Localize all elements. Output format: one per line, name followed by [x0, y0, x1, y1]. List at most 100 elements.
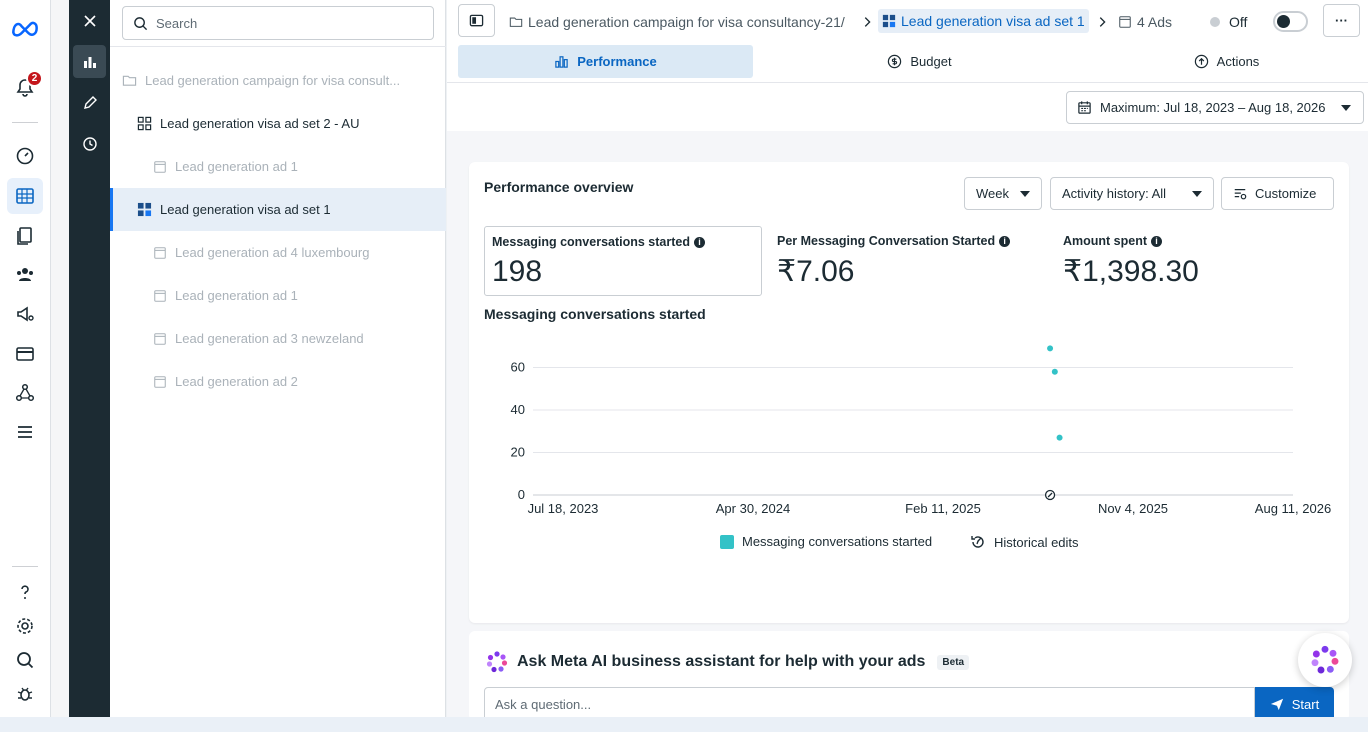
- ai-start-button[interactable]: Start: [1255, 687, 1334, 721]
- tab-actions[interactable]: Actions: [1079, 45, 1368, 78]
- tree-item-ad[interactable]: Lead generation ad 3 newzeland: [110, 317, 446, 360]
- status-dot-icon: [1210, 16, 1220, 27]
- breadcrumb-ads[interactable]: 4 Ads: [1118, 0, 1172, 43]
- activity-label: Activity history: All: [1062, 186, 1167, 201]
- main-panel: Lead generation campaign for visa consul…: [447, 0, 1368, 721]
- x-tick-label: Apr 30, 2024: [716, 501, 790, 516]
- audiences-people-icon[interactable]: [13, 262, 37, 286]
- tab-performance[interactable]: Performance: [458, 45, 753, 78]
- legend-swatch: [720, 534, 734, 549]
- ai-placeholder: Ask a question...: [495, 696, 592, 712]
- toggle-panel-button[interactable]: [458, 4, 495, 37]
- card-title: Performance overview: [484, 179, 634, 195]
- search-placeholder: Search: [156, 15, 198, 31]
- adset-grid-icon: [137, 202, 152, 217]
- date-range-label: Maximum: Jul 18, 2023 – Aug 18, 2026: [1100, 100, 1326, 115]
- tree-item-label: Lead generation visa ad set 1: [160, 202, 331, 217]
- tab-budget[interactable]: Budget: [772, 45, 1067, 78]
- pages-documents-icon[interactable]: [13, 224, 37, 248]
- week-dropdown[interactable]: Week: [964, 177, 1042, 210]
- metric-cost-per-conversation[interactable]: Per Messaging Conversation Started i ₹7.0…: [770, 226, 1050, 296]
- tree-item-ad[interactable]: Lead generation ad 1: [110, 145, 446, 188]
- tree-item-label: Lead generation ad 2: [175, 374, 298, 389]
- tree-item-label: Lead generation visa ad set 2 - AU: [160, 116, 360, 131]
- data-point: [1056, 434, 1063, 441]
- meta-ai-floating-button[interactable]: [1298, 633, 1352, 687]
- breadcrumb-adset-label: Lead generation visa ad set 1: [901, 13, 1085, 29]
- tree-item-label: Lead generation ad 1: [175, 288, 298, 303]
- performance-chart-icon[interactable]: [73, 45, 106, 78]
- x-tick-label: Jul 18, 2023: [528, 501, 599, 516]
- help-question-icon[interactable]: [13, 580, 37, 604]
- arrow-up-circle-icon: [1194, 54, 1208, 69]
- settings-gear-icon[interactable]: [13, 614, 37, 638]
- panel-split-icon: [469, 14, 484, 27]
- x-tick-label: Aug 11, 2026: [1255, 501, 1331, 516]
- adset-grid-icon: [137, 116, 152, 131]
- folder-icon: [122, 73, 137, 88]
- breadcrumb-campaign[interactable]: Lead generation campaign for visa consul…: [509, 0, 845, 43]
- adset-grid-icon: [882, 14, 896, 28]
- ads-manager-table-icon[interactable]: [7, 178, 43, 214]
- tree-item-ad[interactable]: Lead generation ad 4 luxembourg: [110, 231, 446, 274]
- customize-columns-icon: [1234, 188, 1247, 199]
- close-icon[interactable]: [73, 4, 106, 37]
- metric-amount-spent[interactable]: Amount spent i ₹1,398.30: [1056, 226, 1336, 296]
- dashboard-gauge-icon[interactable]: [13, 144, 37, 168]
- y-tick-label: 0: [518, 487, 525, 502]
- chevron-right-icon: [1095, 0, 1109, 43]
- breadcrumb-adset[interactable]: Lead generation visa ad set 1: [878, 9, 1089, 33]
- status-label: Off: [1229, 13, 1248, 30]
- legend-series[interactable]: Messaging conversations started: [720, 534, 932, 549]
- search-icon[interactable]: [13, 648, 37, 672]
- legend-historical-edits[interactable]: Historical edits: [970, 534, 1079, 550]
- info-icon[interactable]: i: [1151, 235, 1163, 247]
- history-clock-icon[interactable]: [73, 127, 106, 160]
- ai-title-label: Ask Meta AI business assistant for help …: [517, 653, 926, 670]
- folder-icon: [509, 17, 523, 27]
- ad-icon: [152, 159, 167, 174]
- breadcrumb-bar: Lead generation campaign for visa consul…: [447, 0, 1368, 43]
- edit-pencil-icon[interactable]: [73, 86, 106, 119]
- metric-value: 198: [492, 255, 543, 288]
- tree-item-label: Lead generation ad 1: [175, 159, 298, 174]
- dollar-coin-icon: [888, 54, 902, 69]
- ad-icon: [152, 331, 167, 346]
- performance-overview-card: Performance overview Week Activity histo…: [469, 162, 1349, 623]
- ai-title: Ask Meta AI business assistant for help …: [485, 650, 970, 674]
- search-input[interactable]: Search: [122, 6, 434, 40]
- status-indicator: Off: [1210, 0, 1247, 43]
- tree-item-ad[interactable]: Lead generation ad 2: [110, 360, 446, 403]
- search-icon: [134, 16, 148, 30]
- beta-badge: Beta: [937, 654, 970, 670]
- y-tick-label: 40: [511, 402, 525, 417]
- billing-card-icon[interactable]: [13, 342, 37, 366]
- breadcrumb-campaign-label: Lead generation campaign for visa consul…: [528, 13, 845, 30]
- notification-count-badge: 2: [26, 70, 43, 87]
- tree-item-adset-selected[interactable]: Lead generation visa ad set 1: [110, 188, 446, 231]
- customize-button[interactable]: Customize: [1221, 177, 1334, 210]
- y-tick-label: 60: [511, 360, 525, 375]
- info-icon[interactable]: i: [693, 236, 705, 248]
- activity-history-dropdown[interactable]: Activity history: All: [1050, 177, 1214, 210]
- meta-logo-icon[interactable]: [9, 16, 41, 40]
- x-tick-label: Nov 4, 2025: [1098, 501, 1168, 516]
- caret-down-icon: [1192, 190, 1202, 197]
- campaign-megaphone-icon[interactable]: [13, 302, 37, 326]
- metric-messaging-conversations[interactable]: Messaging conversations started i 198: [484, 226, 762, 296]
- menu-hamburger-icon[interactable]: [13, 420, 37, 444]
- on-off-toggle[interactable]: [1273, 11, 1308, 32]
- tree-item-adset[interactable]: Lead generation visa ad set 2 - AU: [110, 102, 446, 145]
- business-network-icon[interactable]: [13, 381, 37, 405]
- date-range-bar: Maximum: Jul 18, 2023 – Aug 18, 2026: [447, 83, 1368, 131]
- date-range-picker[interactable]: Maximum: Jul 18, 2023 – Aug 18, 2026: [1066, 91, 1364, 124]
- info-icon[interactable]: i: [999, 235, 1011, 247]
- tree-item-campaign[interactable]: Lead generation campaign for visa consul…: [110, 59, 446, 102]
- more-options-button[interactable]: ···: [1323, 4, 1360, 37]
- ai-question-input[interactable]: Ask a question...: [484, 687, 1255, 721]
- legend-label: Messaging conversations started: [742, 534, 933, 549]
- tree-item-ad[interactable]: Lead generation ad 1: [110, 274, 446, 317]
- tree-item-label: Lead generation campaign for visa consul…: [145, 73, 401, 88]
- bug-report-icon[interactable]: [13, 682, 37, 706]
- meta-ai-card: Ask Meta AI business assistant for help …: [469, 631, 1349, 721]
